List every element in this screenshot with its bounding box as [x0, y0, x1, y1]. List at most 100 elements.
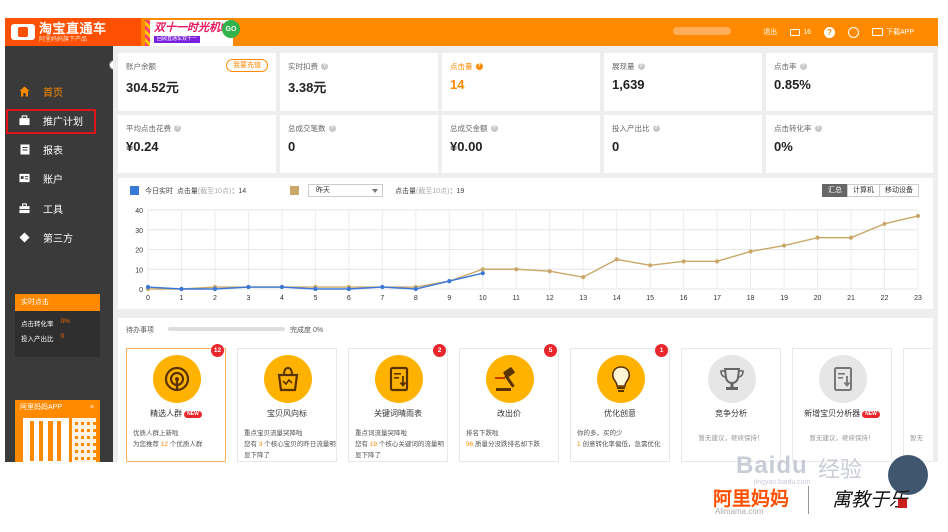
tool-icon-circle: [819, 355, 867, 403]
tool-desc: 重点宝贝流量突降啦 您有 3 个核心宝贝的昨日流量明显下降了: [244, 430, 336, 459]
recharge-button[interactable]: 我要充值: [226, 59, 268, 72]
app-panel-close-icon[interactable]: ×: [90, 400, 94, 416]
promo-banner[interactable]: 双十一时光机! 回顾直通车双十一: [145, 20, 233, 46]
point-today: [447, 279, 452, 284]
help-icon[interactable]: ?: [814, 125, 822, 132]
tool-badge: 12: [211, 344, 224, 357]
tool-optimize-creative[interactable]: 1 优化创意 你的多，买的少 1 创意转化率偏低，急需优化: [570, 344, 670, 462]
stat-label: 点击量: [450, 62, 473, 71]
x-tick-label: 22: [881, 295, 889, 302]
tool-change-bid[interactable]: 5 改出价 排名下跌啦 96 质量分没跌排名却下跌: [459, 344, 559, 462]
sidebar-item-account[interactable]: 账户: [5, 165, 113, 191]
tool-desc: 优质人群上新啦 为您推荐 12 个优质人群: [133, 430, 203, 448]
stat-impressions[interactable]: 展现量? 1,639: [604, 53, 762, 111]
point-today: [313, 286, 318, 292]
point-yesterday: [815, 235, 820, 240]
promo-title: 双十一时光机!: [154, 22, 224, 34]
device-tabs: 汇总 计算机 移动设备: [822, 184, 919, 197]
sidebar-item-label: 第三方: [43, 233, 73, 245]
help-icon[interactable]: ?: [328, 125, 336, 132]
tool-badge: 5: [544, 344, 557, 357]
logo[interactable]: 淘宝直通车 阿里妈妈旗下产品: [5, 18, 141, 46]
compare-legend-label: 点击量(截至10点)：19: [395, 188, 465, 195]
sidebar-item-home[interactable]: 首页: [5, 78, 113, 104]
device-icon: [871, 28, 883, 36]
tool-badge: 2: [433, 344, 446, 357]
tool-competition-analysis[interactable]: 竞争分析 暂无建议，继续保持！: [681, 348, 781, 462]
logo-icon: [11, 24, 35, 40]
help-icon[interactable]: ?: [174, 125, 181, 132]
stat-orders[interactable]: 总成交笔数? 0: [280, 115, 438, 173]
sidebar-item-label: 首页: [43, 87, 63, 99]
x-tick-label: 3: [246, 295, 250, 302]
point-today: [246, 284, 251, 290]
stat-cvr[interactable]: 点击转化率? 0%: [766, 115, 933, 173]
trend-chart-card: 今日实时 点击量(截至10点)：14 昨天 点击量(截至10点)：19 汇总 计…: [118, 178, 933, 309]
tool-partial[interactable]: 暂无: [903, 348, 933, 462]
sidebar-item-thirdparty[interactable]: 第三方: [5, 224, 113, 250]
tab-mobile[interactable]: 移动设备: [879, 184, 919, 197]
tool-name: 关键词晴雨表: [374, 409, 422, 418]
point-today: [346, 286, 351, 292]
promo-go-button[interactable]: GO: [222, 20, 240, 38]
realtime-roi-value: 0: [60, 333, 65, 340]
x-tick-label: 19: [780, 295, 788, 302]
realtime-ctr-value: 0%: [60, 318, 70, 325]
tool-desc: 暂无建议，继续保持！: [809, 435, 875, 442]
x-tick-label: 12: [546, 295, 554, 302]
download-app-link[interactable]: 下载APP: [871, 27, 914, 37]
point-yesterday: [848, 235, 854, 240]
trend-chart: 0102030400 1 2 3 4 5 6 7 8 9 10 11 12 13 14 15 16 17 18 19 2…: [135, 208, 922, 302]
stat-value: 0.85%: [774, 77, 811, 92]
home-icon: [19, 86, 30, 97]
point-today: [279, 284, 285, 290]
tab-computer[interactable]: 计算机: [847, 184, 880, 197]
help-icon[interactable]: ?: [490, 125, 498, 132]
stat-gmv[interactable]: 总成交金额? ¥0.00: [442, 115, 600, 173]
help-icon[interactable]: ?: [637, 63, 645, 70]
top-right-menu: 退出 16 ? 下载APP: [763, 18, 914, 46]
stat-ctr[interactable]: 点击率? 0.85%: [766, 53, 933, 111]
tool-desc: 暂无建议，继续保持！: [698, 435, 764, 442]
messages-button[interactable]: 16: [790, 28, 811, 36]
stat-value: ¥0.00: [450, 139, 483, 154]
stat-clicks[interactable]: 点击量? 14: [442, 53, 600, 111]
tool-icon-circle: [153, 355, 201, 403]
point-today: [380, 284, 385, 290]
point-yesterday: [480, 267, 485, 272]
stat-value: ¥0.24: [126, 139, 159, 154]
tool-item-trend[interactable]: 宝贝风向标 重点宝贝流量突降啦 您有 3 个核心宝贝的昨日流量明显下降了: [237, 348, 337, 462]
help-button[interactable]: ?: [823, 26, 835, 38]
stat-label: 点击转化率: [774, 124, 812, 133]
x-tick-label: 8: [414, 295, 418, 302]
service-button[interactable]: [847, 26, 859, 38]
help-icon[interactable]: ?: [321, 63, 328, 70]
stat-avg-cpc[interactable]: 平均点击花费? ¥0.24: [118, 115, 276, 173]
stat-roi[interactable]: 投入产出比? 0: [604, 115, 762, 173]
help-icon[interactable]: ?: [652, 125, 660, 132]
compare-day-select[interactable]: 昨天: [308, 184, 383, 197]
sidebar-item-tools[interactable]: 工具: [5, 195, 113, 221]
stat-value: 0: [288, 139, 296, 154]
stat-value: 3.38元: [288, 80, 327, 95]
shopping-bag-icon: [277, 366, 299, 392]
messages-count: 16: [803, 28, 811, 36]
tab-summary[interactable]: 汇总: [822, 184, 848, 197]
sidebar-item-reports[interactable]: 报表: [5, 136, 113, 162]
todo-card: 待办事项 完成度 0% 12 精选人群 NEW 优质人群上新啦 为您推荐 12 个…: [118, 318, 933, 462]
gavel-icon: [495, 367, 515, 391]
point-yesterday: [882, 221, 887, 226]
tool-audience[interactable]: 12 精选人群 NEW 优质人群上新啦 为您推荐 12 个优质人群: [126, 344, 226, 462]
tool-name: 优化创意: [604, 409, 636, 418]
stat-value: 0: [612, 139, 620, 154]
baidu-watermark: Baidu: [736, 452, 808, 479]
help-icon[interactable]: ?: [475, 63, 483, 70]
sidebar-item-label: 报表: [43, 145, 63, 157]
logout-link[interactable]: 退出: [763, 27, 777, 37]
new-tag: NEW: [184, 411, 202, 418]
tool-new-item-analyzer[interactable]: 新增宝贝分析器 NEW 暂无建议，继续保持！: [792, 348, 892, 462]
realtime-roi-label: 投入产出比: [21, 336, 54, 343]
help-icon[interactable]: ?: [799, 63, 807, 70]
tool-keyword-barometer[interactable]: 2 关键词晴雨表 重点词流量突降啦 您有 19 个核心关键词的流量明显下降了: [348, 344, 448, 462]
qr-code-icon: [23, 418, 69, 462]
